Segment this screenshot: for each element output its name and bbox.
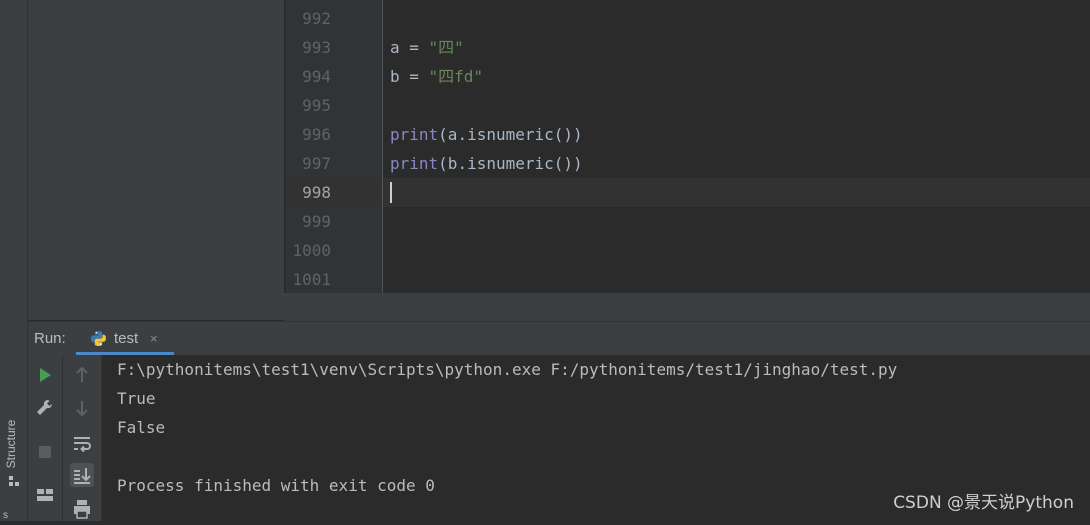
run-panel-header: Run: test × [28, 321, 1090, 355]
line-number: 996 [302, 125, 331, 144]
project-pane [28, 0, 284, 320]
line-number: 992 [302, 9, 331, 28]
builtin-keyword: print [390, 125, 439, 144]
line-number: 993 [302, 38, 331, 57]
watermark: CSDN @景天说Python [893, 493, 1074, 513]
run-tab-label: test [114, 330, 139, 347]
python-icon [91, 331, 106, 346]
next-occurrence-button[interactable] [70, 396, 94, 420]
stop-button[interactable] [33, 440, 57, 464]
line-number: 999 [302, 212, 331, 231]
print-button[interactable] [70, 497, 94, 521]
line-number: 998 [302, 183, 331, 202]
line-number: 1001 [292, 270, 331, 289]
arrow-down-icon [76, 401, 88, 417]
line-number: 995 [302, 96, 331, 115]
scroll-to-end-button[interactable] [70, 463, 94, 487]
left-tool-strip: Structure s [0, 0, 28, 521]
previous-occurrence-button[interactable] [70, 363, 94, 387]
console-line: Process finished with exit code 0 [117, 476, 435, 495]
string-literal: "四fd" [428, 67, 484, 86]
rerun-button[interactable] [33, 363, 57, 387]
play-icon [40, 368, 51, 382]
line-number: 994 [302, 67, 331, 86]
printer-icon [74, 500, 90, 519]
caret-row-highlight [383, 178, 1090, 207]
string-literal: "四" [428, 38, 464, 57]
arrow-up-icon [76, 366, 88, 382]
editor-bottom-area [284, 293, 1090, 321]
structure-tool-tab[interactable]: Structure [2, 405, 24, 491]
code-line: print(a.isnumeric()) [390, 125, 583, 144]
console-line: False [117, 418, 166, 437]
soft-wrap-icon [74, 437, 91, 453]
soft-wrap-button[interactable] [70, 431, 94, 455]
run-panel-title: Run: [34, 330, 66, 347]
text-caret [390, 182, 392, 203]
code-line: print(b.isnumeric()) [390, 154, 583, 173]
run-toolbar-primary [28, 355, 63, 521]
console-line: True [117, 389, 156, 408]
edit-configuration-button[interactable] [33, 396, 57, 420]
run-tab-test[interactable]: test × [76, 322, 174, 355]
console-line: F:\pythonitems\test1\venv\Scripts\python… [117, 360, 898, 379]
builtin-keyword: print [390, 154, 439, 173]
run-toolbar-secondary [63, 355, 102, 521]
code-line: b = "四fd" [390, 67, 484, 86]
structure-label: Structure [4, 419, 18, 469]
line-number: 997 [302, 154, 331, 173]
structure-icon [9, 476, 19, 486]
stop-icon [39, 446, 51, 458]
layout-icon [37, 489, 53, 501]
line-number: 1000 [292, 241, 331, 260]
wrench-icon [37, 399, 53, 415]
bottom-strip-label: s [3, 510, 8, 521]
close-icon[interactable]: × [150, 322, 158, 355]
scroll-to-end-icon [74, 468, 91, 484]
code-line: a = "四" [390, 38, 464, 57]
restore-layout-button[interactable] [33, 483, 57, 507]
